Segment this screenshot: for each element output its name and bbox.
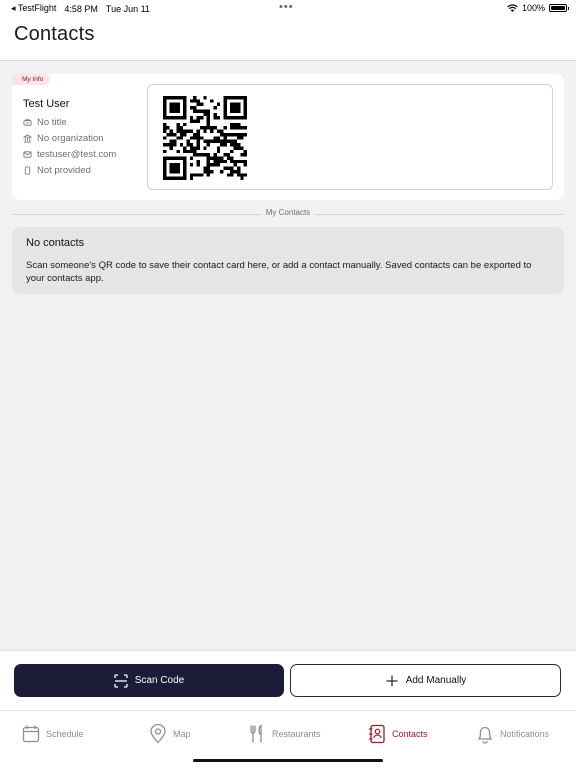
empty-message: Scan someone's QR code to save their con…	[26, 260, 532, 284]
empty-title: No contacts	[26, 237, 85, 249]
scan-code-label: Scan Code	[134, 675, 185, 686]
my-info-tag: My Info	[12, 74, 51, 85]
user-organization: No organization	[37, 133, 104, 144]
contact-book-icon	[369, 724, 385, 744]
status-bar: ◂ TestFlight 4:58 PM Tue Jun 11 ••• 100%	[0, 0, 576, 18]
mail-icon	[23, 151, 32, 158]
phone-row: Not provided	[23, 165, 91, 176]
tab-contacts[interactable]: Contacts	[368, 724, 428, 744]
scan-code-button[interactable]: Scan Code	[14, 664, 284, 697]
badge-icon	[23, 119, 32, 126]
building-icon	[23, 134, 32, 143]
tab-label: Notifications	[500, 729, 550, 739]
home-indicator[interactable]	[193, 759, 383, 762]
scan-icon	[114, 673, 128, 688]
action-bar: Scan Code Add Manually	[0, 650, 576, 710]
back-to-app-link[interactable]: ◂ TestFlight	[11, 3, 56, 14]
user-name: Test User	[23, 98, 70, 110]
multitasking-dots-icon[interactable]: •••	[279, 1, 294, 13]
organization-row: No organization	[23, 133, 104, 144]
add-manually-button[interactable]: Add Manually	[290, 664, 561, 697]
qr-code-image	[163, 96, 247, 180]
back-app-label: TestFlight	[17, 3, 57, 13]
empty-contacts-card: No contacts Scan someone's QR code to sa…	[12, 227, 564, 294]
page-title: Contacts	[14, 23, 95, 45]
user-phone: Not provided	[37, 165, 91, 176]
user-title: No title	[37, 117, 67, 128]
user-email: testuser@test.com	[37, 149, 117, 160]
wifi-icon	[507, 4, 518, 12]
my-info-card[interactable]: My Info Test User No title No organizati…	[12, 74, 564, 200]
map-pin-icon	[150, 724, 166, 744]
section-label: My Contacts	[260, 208, 316, 217]
add-manually-label: Add Manually	[405, 675, 467, 686]
plus-icon	[386, 675, 398, 686]
tab-restaurants[interactable]: Restaurants	[248, 724, 321, 744]
tab-label: Contacts	[392, 729, 428, 739]
fork-knife-icon	[250, 724, 262, 743]
my-contacts-divider: My Contacts	[12, 208, 564, 220]
battery-percent: 100%	[521, 3, 545, 13]
header: Contacts	[0, 18, 576, 61]
qr-code-container[interactable]	[147, 84, 553, 190]
tab-notifications[interactable]: Notifications	[476, 724, 549, 744]
status-time: 4:58 PM	[64, 3, 98, 14]
email-row: testuser@test.com	[23, 149, 116, 160]
tab-label: Map	[173, 729, 191, 739]
status-date: Tue Jun 11	[105, 3, 150, 14]
battery-icon	[549, 4, 569, 12]
tab-map[interactable]: Map	[149, 724, 191, 744]
tab-label: Restaurants	[272, 729, 321, 739]
phone-icon	[24, 166, 31, 175]
title-row: No title	[23, 117, 67, 128]
tab-schedule[interactable]: Schedule	[22, 724, 84, 744]
tab-label: Schedule	[46, 729, 84, 739]
bell-icon	[477, 726, 493, 744]
calendar-icon	[22, 725, 40, 743]
